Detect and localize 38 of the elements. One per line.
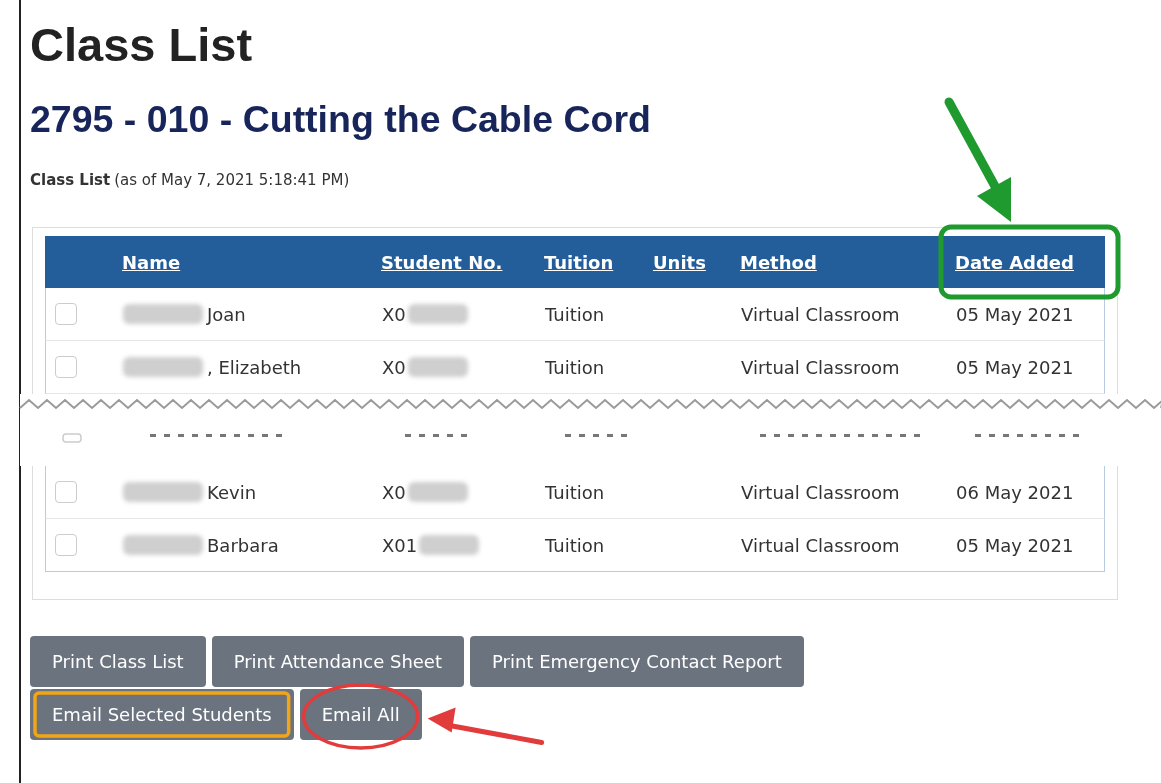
student-number: X0 xyxy=(382,303,406,325)
table-cell: Tuition xyxy=(545,534,605,556)
student-name: Barbara xyxy=(207,534,279,556)
action-button[interactable]: Print Emergency Contact Report xyxy=(470,636,804,687)
row-checkbox[interactable] xyxy=(55,356,77,378)
student-number: X01 xyxy=(382,534,418,556)
student-number: X0 xyxy=(382,356,406,378)
table-cell: 06 May 2021 xyxy=(956,481,1074,503)
action-button[interactable]: Email All xyxy=(299,689,422,740)
student-name: , Elizabeth xyxy=(207,356,302,378)
action-button[interactable]: Print Attendance Sheet xyxy=(211,636,464,687)
row-checkbox[interactable] xyxy=(55,303,77,325)
column-header-link[interactable]: Method xyxy=(740,251,817,273)
student-name: Joan xyxy=(207,303,246,325)
page-title: Class List xyxy=(30,17,254,72)
table-cell: 05 May 2021 xyxy=(956,303,1074,325)
column-header-link[interactable]: Student No. xyxy=(381,251,503,273)
table-cell: Tuition xyxy=(545,303,605,325)
row-checkbox[interactable] xyxy=(55,534,77,556)
column-header-link[interactable]: Name xyxy=(122,251,181,273)
student-number: X0 xyxy=(382,481,406,503)
table-cell: Virtual Classroom xyxy=(741,356,900,378)
table-cell: Virtual Classroom xyxy=(741,534,900,556)
caption-label: Class List xyxy=(30,171,111,189)
table-cell: 05 May 2021 xyxy=(956,356,1074,378)
column-header-link[interactable]: Date Added xyxy=(955,251,1074,273)
table-cell: 05 May 2021 xyxy=(956,534,1074,556)
table-cell: Tuition xyxy=(545,481,605,503)
table-cell: Tuition xyxy=(545,356,605,378)
column-header-link[interactable]: Tuition xyxy=(544,251,614,273)
action-button[interactable]: Print Class List xyxy=(30,636,206,687)
table-cell: Virtual Classroom xyxy=(741,303,900,325)
student-name: Kevin xyxy=(207,481,257,503)
column-header-link[interactable]: Units xyxy=(653,251,706,273)
row-checkbox[interactable] xyxy=(55,481,77,503)
course-title: 2795 - 010 - Cutting the Cable Cord xyxy=(30,98,652,140)
table-cell: Virtual Classroom xyxy=(741,481,900,503)
caption-timestamp: (as of May 7, 2021 5:18:41 PM) xyxy=(114,171,350,189)
